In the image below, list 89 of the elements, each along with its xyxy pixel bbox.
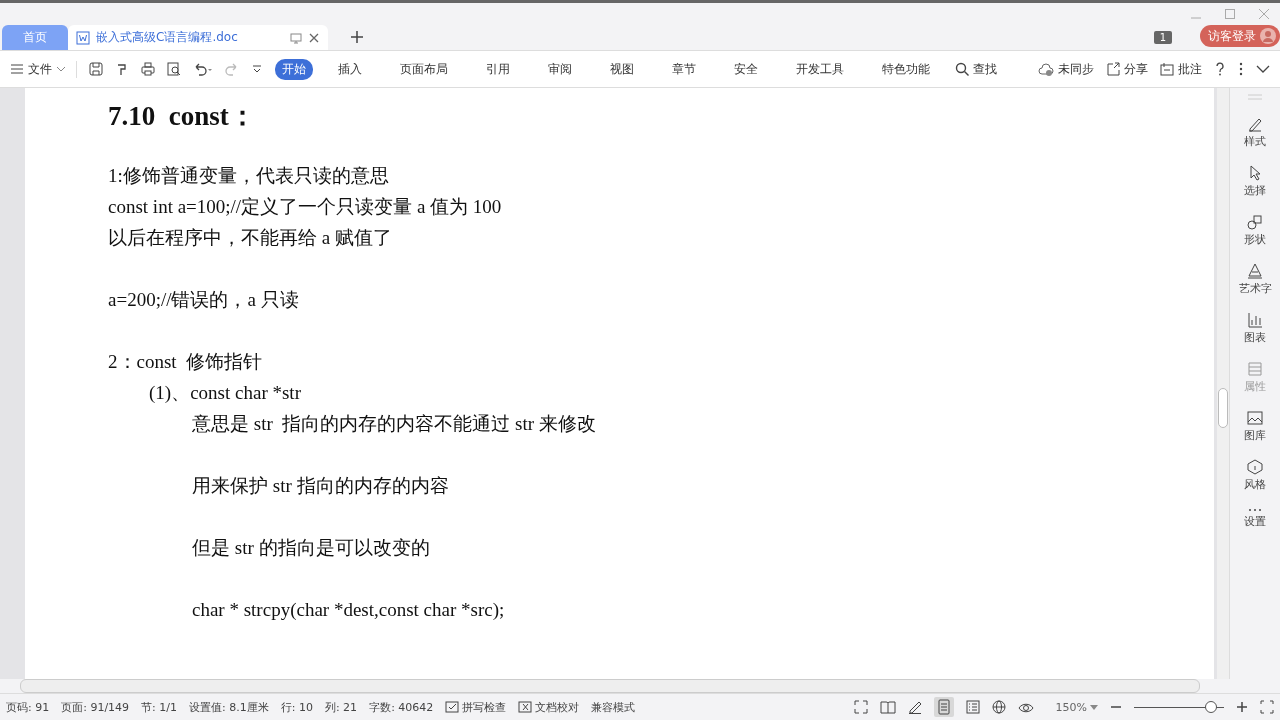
share-icon [1106, 62, 1120, 76]
pen-icon [1246, 116, 1264, 132]
side-panel-item[interactable]: 选择 [1244, 165, 1266, 198]
window-count-badge[interactable]: 1 [1153, 31, 1172, 44]
ribbon-tab[interactable]: 章节 [665, 58, 703, 80]
ribbon-tab[interactable]: 审阅 [541, 58, 579, 80]
search-icon [955, 62, 969, 76]
vertical-scrollbar[interactable] [1217, 88, 1229, 679]
status-item: 行: 10 [280, 699, 313, 715]
compat-mode-label: 兼容模式 [591, 699, 636, 715]
sync-button[interactable]: 未同步 [1038, 60, 1094, 78]
file-menu[interactable]: 文件 [10, 60, 77, 78]
more-icon[interactable] [251, 63, 263, 75]
slider-thumb[interactable] [1204, 701, 1217, 713]
paragraph: char * strcpy(char *dest,const char *src); [191, 598, 506, 622]
paragraph: 意思是 str 指向的内存的内容不能通过 str 来修改 [191, 412, 597, 436]
zoom-level-dropdown[interactable]: 150% [1055, 700, 1098, 714]
fullscreen-icon[interactable] [853, 700, 868, 714]
comment-button[interactable]: 批注 [1160, 60, 1202, 78]
comment-icon [1160, 62, 1174, 76]
side-panel-item[interactable]: 艺术字 [1238, 263, 1272, 296]
proofread-button[interactable]: 文档校对 [518, 699, 580, 715]
image-icon [1246, 410, 1264, 426]
page-view-icon[interactable] [933, 697, 954, 717]
ribbon-tab[interactable]: 视图 [603, 58, 641, 80]
side-panel-item[interactable]: 形状 [1244, 214, 1266, 247]
side-panel-item[interactable]: 设置 [1244, 508, 1266, 529]
ribbon-tab[interactable]: 插入 [331, 58, 369, 80]
hexagon-icon [1246, 459, 1264, 475]
ribbon-tab[interactable]: 安全 [727, 58, 765, 80]
paragraph: 用来保护 str 指向的内存的内容 [191, 474, 450, 498]
side-panel-item[interactable]: 图表 [1244, 312, 1266, 345]
side-panel-item[interactable]: 风格 [1244, 459, 1266, 492]
ribbon-tab[interactable]: 页面布局 [393, 58, 455, 80]
status-item: 页码: 91 [6, 699, 50, 715]
zoom-in-icon[interactable] [1236, 701, 1248, 713]
print-icon[interactable] [141, 62, 155, 76]
properties-icon [1246, 361, 1264, 377]
bar-chart-icon [1246, 312, 1264, 328]
paragraph: 1:修饰普通变量，代表只读的意思 [108, 164, 390, 188]
spell-check-button[interactable]: 拼写检查 [445, 699, 507, 715]
section-heading: 7.10 const： [108, 100, 257, 133]
caret-icon [1090, 704, 1098, 710]
new-tab-icon[interactable] [350, 30, 364, 44]
ribbon-tab[interactable]: 引用 [479, 58, 517, 80]
status-item: 页面: 91/149 [61, 699, 130, 715]
cross-box-icon [518, 701, 533, 713]
paragraph: a=200;//错误的，a 只读 [108, 288, 300, 312]
help-icon[interactable] [1214, 62, 1226, 76]
kebab-menu-icon[interactable] [1238, 62, 1244, 76]
status-item: 字数: 40642 [369, 699, 434, 715]
book-icon[interactable] [879, 700, 896, 714]
avatar-icon [1260, 28, 1276, 44]
undo-icon[interactable] [193, 62, 213, 76]
ribbon-tab[interactable]: 开发工具 [789, 58, 851, 80]
find-button[interactable]: 查找 [955, 60, 997, 78]
print-preview-icon[interactable] [167, 62, 181, 76]
shapes-icon [1246, 214, 1264, 230]
ribbon-tab[interactable]: 特色功能 [875, 58, 937, 80]
status-item: 节: 1/1 [141, 699, 177, 715]
more-icon [1248, 508, 1262, 512]
paragraph: 2：const 修饰指针 [108, 350, 264, 374]
side-panel-item[interactable]: 图库 [1244, 410, 1266, 443]
guest-login-button[interactable]: 访客登录 [1200, 25, 1280, 47]
chevron-icon [56, 65, 66, 73]
save-icon[interactable] [89, 62, 103, 76]
paragraph: 但是 str 的指向是可以改变的 [191, 536, 431, 560]
paragraph: const int a=100;//定义了一个只读变量 a 值为 100 [108, 195, 503, 219]
status-item: 设置值: 8.1厘米 [189, 699, 269, 715]
side-panel-item[interactable]: 样式 [1244, 116, 1266, 149]
horizontal-scrollbar[interactable] [20, 679, 1200, 693]
globe-icon[interactable] [991, 700, 1006, 714]
paragraph: 以后在程序中，不能再给 a 赋值了 [108, 226, 393, 250]
monitor-icon[interactable] [290, 31, 302, 44]
outline-icon[interactable] [965, 700, 980, 714]
pencil-icon[interactable] [907, 700, 922, 714]
check-icon [445, 701, 460, 713]
ribbon-tab[interactable]: 开始 [275, 58, 313, 80]
share-button[interactable]: 分享 [1106, 60, 1148, 78]
close-icon[interactable] [308, 31, 320, 44]
status-item: 列: 21 [324, 699, 358, 715]
fit-page-icon[interactable] [1260, 700, 1274, 714]
text-art-icon [1246, 263, 1264, 279]
document-tab[interactable]: 嵌入式高级C语言编程.doc [68, 25, 328, 50]
paragraph: (1)、const char *str [148, 381, 302, 405]
menu-icon [10, 63, 24, 75]
collapse-icon[interactable] [1256, 64, 1270, 74]
document-icon [76, 30, 90, 45]
cloud-icon [1038, 62, 1054, 76]
